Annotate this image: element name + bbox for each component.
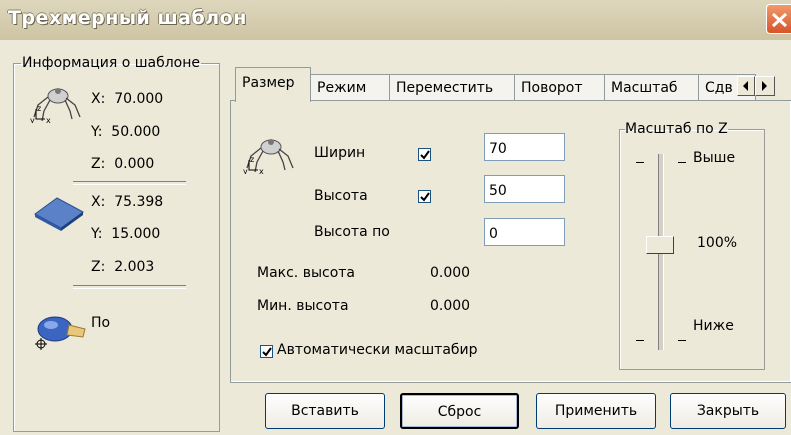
tab-mode-label: Режим bbox=[317, 80, 367, 96]
window-title: Трехмерный шаблон bbox=[8, 7, 247, 29]
template-info-legend: Информация о шаблоне bbox=[22, 55, 201, 71]
spider-model-icon: z y x bbox=[243, 139, 294, 174]
dialog-window: Трехмерный шаблон Информация о шаблоне z… bbox=[0, 0, 791, 435]
slider-tick bbox=[678, 340, 686, 341]
tab-move[interactable]: Переместить bbox=[389, 74, 515, 100]
z-scale-bottom-label: Ниже bbox=[693, 318, 734, 334]
separator bbox=[73, 285, 186, 289]
model-y-value: Y: 50.000 bbox=[91, 124, 161, 140]
height-checkbox[interactable] bbox=[418, 190, 431, 203]
width-label: Ширин bbox=[314, 145, 366, 161]
tool-label: По bbox=[91, 315, 111, 331]
height-po-label: Высота по bbox=[314, 224, 390, 240]
tab-mode[interactable]: Режим bbox=[310, 74, 390, 100]
z-scale-value: 100% bbox=[697, 235, 738, 251]
insert-button[interactable]: Вставить bbox=[265, 393, 385, 429]
max-height-label: Макс. высота bbox=[257, 265, 356, 281]
tab-scale[interactable]: Масштаб bbox=[604, 74, 699, 100]
tool-icon bbox=[35, 316, 86, 350]
tab-shift-label: Сдв bbox=[705, 80, 733, 96]
spider-model-icon: z y x bbox=[30, 88, 81, 123]
arrow-left-icon bbox=[743, 81, 748, 91]
tab-move-label: Переместить bbox=[396, 80, 494, 96]
height-label: Высота bbox=[314, 188, 367, 204]
svg-text:z: z bbox=[250, 155, 254, 164]
tab-rotate-label: Поворот bbox=[521, 80, 583, 96]
check-icon bbox=[420, 150, 430, 160]
height-po-input[interactable] bbox=[484, 218, 565, 246]
svg-text:y: y bbox=[30, 116, 35, 123]
reset-button[interactable]: Сброс bbox=[400, 393, 519, 429]
arrow-right-icon bbox=[762, 81, 767, 91]
material-block-icon bbox=[34, 197, 84, 231]
slider-tick bbox=[678, 162, 686, 163]
svg-text:z: z bbox=[37, 104, 41, 113]
tab-size[interactable]: Размер bbox=[235, 67, 311, 102]
auto-scale-label[interactable]: Автоматически масштабир bbox=[277, 342, 478, 358]
slider-tick bbox=[636, 162, 644, 163]
separator bbox=[73, 181, 186, 185]
width-input[interactable] bbox=[484, 133, 565, 161]
height-input[interactable] bbox=[484, 175, 565, 203]
z-scale-legend: Масштаб по Z bbox=[625, 121, 728, 137]
check-icon bbox=[262, 347, 272, 357]
tab-scroll-left-button[interactable] bbox=[737, 76, 755, 96]
title-bar[interactable]: Трехмерный шаблон bbox=[0, 0, 791, 40]
tab-scale-label: Масштаб bbox=[611, 80, 678, 96]
material-y-value: Y: 15.000 bbox=[91, 226, 161, 242]
apply-button[interactable]: Применить bbox=[536, 393, 656, 429]
slider-tick bbox=[636, 340, 644, 341]
min-height-label: Мин. высота bbox=[257, 298, 349, 314]
model-x-value: X: 70.000 bbox=[91, 91, 164, 107]
material-x-value: X: 75.398 bbox=[91, 194, 164, 210]
material-z-value: Z: 2.003 bbox=[91, 259, 155, 275]
tab-scroll-right-button[interactable] bbox=[755, 76, 775, 96]
z-scale-slider-thumb[interactable] bbox=[646, 236, 674, 254]
z-scale-group: Масштаб по Z bbox=[619, 121, 765, 370]
tab-size-label: Размер bbox=[242, 75, 295, 91]
min-height-value: 0.000 bbox=[430, 298, 471, 314]
max-height-value: 0.000 bbox=[430, 265, 471, 281]
close-button[interactable]: Закрыть bbox=[670, 393, 786, 429]
tab-rotate[interactable]: Поворот bbox=[514, 74, 605, 100]
width-checkbox[interactable] bbox=[418, 148, 431, 161]
svg-text:x: x bbox=[46, 116, 51, 123]
svg-text:y: y bbox=[243, 167, 248, 174]
auto-scale-checkbox[interactable] bbox=[260, 345, 273, 358]
z-scale-top-label: Выше bbox=[693, 150, 736, 166]
check-icon bbox=[420, 192, 430, 202]
svg-text:x: x bbox=[259, 167, 264, 174]
close-window-button[interactable] bbox=[766, 4, 791, 34]
close-icon bbox=[771, 12, 788, 28]
model-z-value: Z: 0.000 bbox=[91, 156, 155, 172]
